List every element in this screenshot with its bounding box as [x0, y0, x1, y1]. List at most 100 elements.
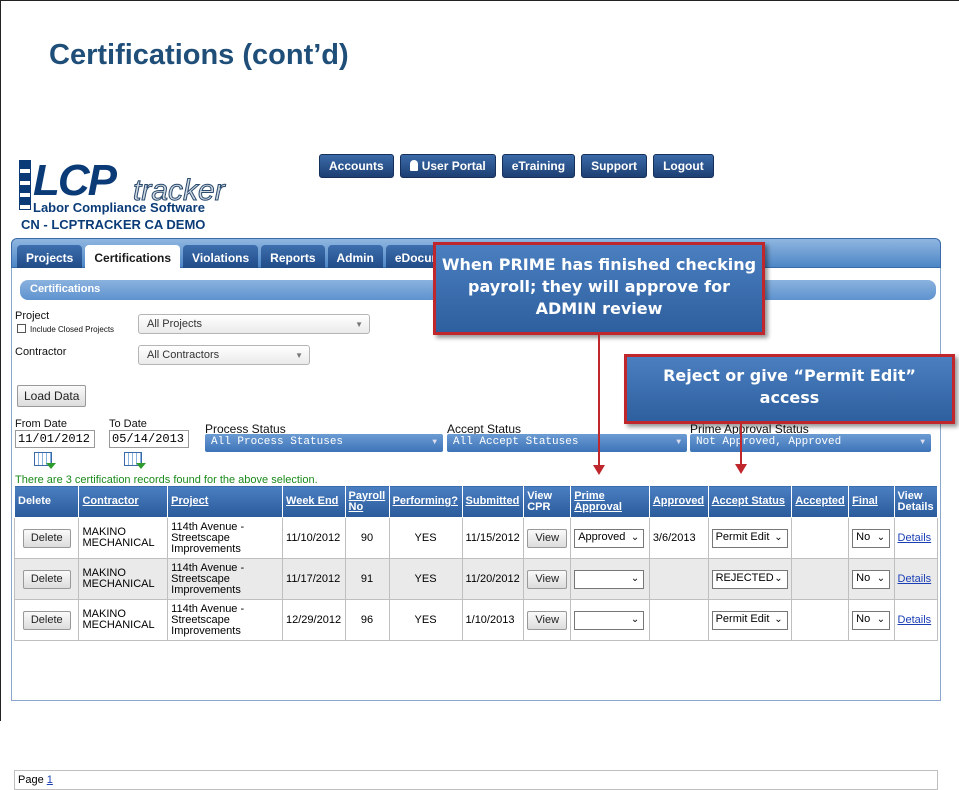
cell-prime-approval: Approved ⌄ [570, 517, 650, 559]
cell-delete: Delete [13, 558, 80, 600]
prime-approval-select[interactable]: Approved ⌄ [574, 528, 645, 548]
chevron-down-icon: ⌄ [630, 531, 640, 543]
select-value: Approved [578, 530, 626, 543]
process-status-value: All Process Statuses [211, 436, 344, 448]
tab-certifications[interactable]: Certifications [85, 245, 181, 269]
col-prime-approval[interactable]: Prime Approval [570, 485, 650, 518]
col-accept-status[interactable]: Accept Status [707, 485, 793, 518]
pager: Page 1 [14, 770, 938, 790]
col-submitted[interactable]: Submitted [461, 485, 525, 518]
cell-delete: Delete [13, 599, 80, 641]
lcptracker-logo: LCP tracker Labor Compliance Software [19, 156, 263, 215]
accept-status-value: All Accept Statuses [453, 436, 579, 448]
reject-callout-arrow [740, 424, 742, 466]
details-link[interactable]: Details [898, 614, 932, 626]
delete-button[interactable]: Delete [22, 610, 71, 630]
select-value: Permit Edit [715, 612, 770, 625]
cell-submitted: 11/15/2012 [461, 517, 525, 559]
chevron-down-icon: ⌄ [876, 531, 886, 543]
company-name: CN - LCPTRACKER CA DEMO [21, 217, 206, 232]
col-header-label: Project [171, 495, 209, 507]
accept-status-select[interactable]: Permit Edit ⌄ [711, 610, 788, 630]
cell-details: Details [893, 558, 939, 600]
chevron-down-icon: ⌄ [630, 572, 640, 584]
col-accepted[interactable]: Accepted [791, 485, 850, 518]
user-portal-button[interactable]: User Portal [399, 154, 496, 178]
page-link[interactable]: 1 [47, 774, 53, 786]
tab-reports[interactable]: Reports [261, 245, 325, 269]
cell-accepted [791, 558, 850, 600]
to-date-input[interactable]: 05/14/2013 [109, 430, 189, 448]
slide-title: Certifications (cont’d) [49, 39, 349, 71]
arrow-head-icon [593, 465, 605, 475]
from-date-input[interactable]: 11/01/2012 [15, 430, 95, 448]
calendar-icon[interactable] [34, 452, 56, 469]
details-link[interactable]: Details [898, 532, 932, 544]
col-header-label: Final [852, 495, 878, 507]
project-select[interactable]: All Projects ▼ [138, 314, 370, 334]
calendar-icon[interactable] [124, 452, 146, 469]
chevron-down-icon: ⌄ [876, 613, 886, 625]
logout-button[interactable]: Logout [653, 154, 714, 178]
cell-performing: YES [388, 517, 463, 559]
contractor-select-value: All Contractors [147, 349, 220, 361]
prime-approval-status-select[interactable]: Not Approved, Approved ▼ [690, 434, 931, 452]
accounts-button[interactable]: Accounts [319, 154, 394, 178]
load-data-button[interactable]: Load Data [17, 385, 87, 407]
dropdown-caret-icon: ▼ [355, 320, 363, 329]
select-value: No [856, 530, 871, 543]
logo-subtitle: Labor Compliance Software [33, 200, 205, 215]
col-contractor[interactable]: Contractor [78, 485, 169, 518]
delete-button[interactable]: Delete [22, 569, 71, 589]
final-select[interactable]: No ⌄ [852, 569, 891, 589]
accept-status-select[interactable]: All Accept Statuses ▼ [447, 434, 687, 452]
etraining-button[interactable]: eTraining [501, 154, 576, 178]
person-icon [409, 160, 418, 171]
chevron-down-icon: ⌄ [774, 531, 783, 543]
cell-prime-approval: ⌄ [570, 599, 650, 641]
col-week-end[interactable]: Week End [282, 485, 346, 518]
col-header-label: Approved [652, 495, 705, 507]
prime-approval-select[interactable]: ⌄ [574, 569, 645, 589]
table-row: Delete MAKINO MECHANICAL 114th Avenue - … [13, 599, 939, 641]
col-payroll-no[interactable]: Payroll No [344, 485, 390, 518]
table-row: Delete MAKINO MECHANICAL 114th Avenue - … [13, 517, 939, 559]
cell-project: 114th Avenue - Streetscape Improvements [167, 599, 284, 641]
final-select[interactable]: No ⌄ [852, 528, 891, 548]
app-screenshot: LCP tracker Labor Compliance Software CN… [11, 150, 959, 790]
view-button[interactable]: View [527, 610, 568, 630]
view-button[interactable]: View [527, 528, 568, 548]
arrow-head-icon [735, 464, 747, 474]
cell-accepted [791, 599, 850, 641]
include-closed-checkbox[interactable] [17, 324, 26, 333]
tab-projects[interactable]: Projects [17, 245, 83, 269]
cell-week-end: 11/17/2012 [282, 558, 346, 600]
cell-contractor: MAKINO MECHANICAL [78, 517, 169, 559]
prime-approval-select[interactable]: ⌄ [574, 610, 645, 630]
contractor-label: Contractor [15, 346, 67, 358]
chevron-down-icon: ⌄ [774, 613, 783, 625]
col-header-label: Submitted [465, 495, 520, 507]
delete-button[interactable]: Delete [22, 528, 71, 548]
chevron-down-icon: ⌄ [630, 613, 640, 625]
details-link[interactable]: Details [898, 573, 932, 585]
cell-final: No ⌄ [848, 558, 895, 600]
contractor-select[interactable]: All Contractors ▼ [138, 345, 310, 365]
accept-status-select[interactable]: Permit Edit ⌄ [711, 528, 788, 548]
cell-performing: YES [388, 599, 463, 641]
include-closed-label: Include Closed Projects [30, 325, 115, 334]
user-portal-label: User Portal [421, 159, 486, 173]
col-project[interactable]: Project [167, 485, 284, 518]
col-approved[interactable]: Approved [648, 485, 709, 518]
final-select[interactable]: No ⌄ [852, 610, 891, 630]
cell-contractor: MAKINO MECHANICAL [78, 599, 169, 641]
col-performing[interactable]: Performing? [388, 485, 463, 518]
process-status-select[interactable]: All Process Statuses ▼ [205, 434, 443, 452]
support-button[interactable]: Support [581, 154, 648, 178]
dropdown-caret-icon: ▼ [920, 438, 925, 447]
view-button[interactable]: View [527, 569, 568, 589]
tab-violations[interactable]: Violations [183, 245, 259, 269]
col-final[interactable]: Final [848, 485, 895, 518]
accept-status-select[interactable]: REJECTED ⌄ [711, 569, 788, 589]
tab-admin[interactable]: Admin [327, 245, 383, 269]
